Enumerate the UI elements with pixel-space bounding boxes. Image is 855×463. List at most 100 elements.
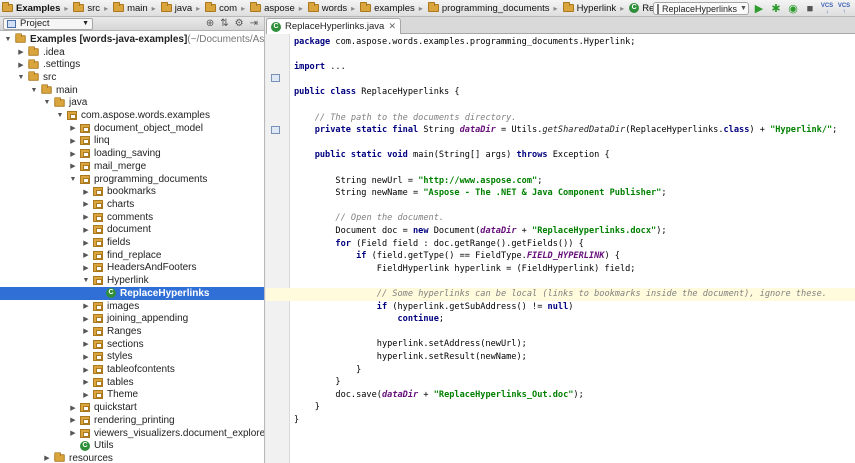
collapsed-arrow-icon[interactable]: ▶: [81, 353, 91, 361]
collapsed-arrow-icon[interactable]: ▶: [81, 366, 91, 374]
code-token: dataDir: [459, 125, 496, 136]
tree-item[interactable]: ▼ Examples [words-java-examples] (~/Docum…: [0, 33, 264, 46]
expanded-arrow-icon[interactable]: ▼: [42, 99, 52, 106]
breadcrumb-item[interactable]: src ▸: [71, 0, 111, 17]
tree-item[interactable]: ▶ document_object_model: [0, 122, 264, 135]
collapsed-arrow-icon[interactable]: ▶: [81, 340, 91, 348]
collapsed-arrow-icon[interactable]: ▶: [81, 302, 91, 310]
tree-item[interactable]: ▶ bookmarks: [0, 185, 264, 198]
package-icon: [93, 263, 103, 273]
tree-item[interactable]: ▶ mail_merge: [0, 160, 264, 173]
breadcrumb-item[interactable]: java ▸: [159, 0, 203, 17]
target-icon[interactable]: ⊕: [206, 18, 214, 29]
collapsed-arrow-icon[interactable]: ▶: [81, 264, 91, 272]
editor-tab-bar: C ReplaceHyperlinks.java ✕: [266, 17, 855, 34]
run-button[interactable]: ▶: [752, 2, 766, 16]
breadcrumb-item[interactable]: Examples ▸: [0, 0, 71, 17]
collapsed-arrow-icon[interactable]: ▶: [81, 251, 91, 259]
expanded-arrow-icon[interactable]: ▼: [3, 36, 13, 43]
tree-item[interactable]: C ReplaceHyperlinks: [0, 287, 264, 300]
tree-item[interactable]: ▶ document: [0, 224, 264, 237]
collapsed-arrow-icon[interactable]: ▶: [81, 315, 91, 323]
project-view-select[interactable]: Project ▼: [3, 17, 93, 30]
hide-panel-icon[interactable]: ⇥: [250, 18, 258, 29]
expanded-arrow-icon[interactable]: ▼: [29, 87, 39, 94]
tab-replacehyperlinks-java[interactable]: C ReplaceHyperlinks.java ✕: [266, 18, 401, 34]
tree-item[interactable]: ▶ tableofcontents: [0, 363, 264, 376]
collapsed-arrow-icon[interactable]: ▶: [81, 378, 91, 386]
tree-item[interactable]: ▶ comments: [0, 211, 264, 224]
tree-item[interactable]: ▶ fields: [0, 236, 264, 249]
collapsed-arrow-icon[interactable]: ▶: [68, 404, 78, 412]
expanded-arrow-icon[interactable]: ▼: [68, 176, 78, 183]
tree-item[interactable]: ▶ images: [0, 300, 264, 313]
collapsed-arrow-icon[interactable]: ▶: [16, 61, 26, 69]
breadcrumb-item[interactable]: aspose ▸: [248, 0, 306, 17]
tree-item[interactable]: ▶ .settings: [0, 58, 264, 71]
tree-item[interactable]: ▶ tables: [0, 376, 264, 389]
tree-item[interactable]: ▼ java: [0, 97, 264, 110]
vcs-commit-button[interactable]: VCS ↑: [837, 3, 851, 15]
tree-item[interactable]: ▶ HeadersAndFooters: [0, 262, 264, 275]
tree-item[interactable]: ▼ main: [0, 84, 264, 97]
collapse-icon[interactable]: ⇅: [220, 18, 228, 29]
close-icon[interactable]: ✕: [388, 21, 396, 32]
fold-marker-icon[interactable]: [271, 126, 280, 134]
breadcrumb-item[interactable]: com ▸: [203, 0, 248, 17]
code-editor[interactable]: package com.aspose.words.examples.progra…: [266, 34, 855, 463]
tree-item[interactable]: ▶ rendering_printing: [0, 414, 264, 427]
collapsed-arrow-icon[interactable]: ▶: [81, 239, 91, 247]
code-token: String: [418, 125, 460, 136]
tree-item[interactable]: ▶ linq: [0, 135, 264, 148]
collapsed-arrow-icon[interactable]: ▶: [68, 124, 78, 132]
tree-item[interactable]: ▶ resources: [0, 452, 264, 463]
collapsed-arrow-icon[interactable]: ▶: [68, 416, 78, 424]
fold-marker-icon[interactable]: [271, 74, 280, 82]
breadcrumb-item[interactable]: examples ▸: [358, 0, 426, 17]
collapsed-arrow-icon[interactable]: ▶: [42, 454, 52, 462]
tree-item[interactable]: ▶ joining_appending: [0, 312, 264, 325]
debug-button[interactable]: ✱: [769, 2, 783, 16]
tree-item[interactable]: ▶ Ranges: [0, 325, 264, 338]
breadcrumb-label: com: [219, 2, 238, 14]
collapsed-arrow-icon[interactable]: ▶: [68, 429, 78, 437]
collapsed-arrow-icon[interactable]: ▶: [81, 200, 91, 208]
tree-item[interactable]: ▼ src: [0, 71, 264, 84]
expanded-arrow-icon[interactable]: ▼: [81, 277, 91, 284]
tree-item[interactable]: ▶ sections: [0, 338, 264, 351]
tree-item[interactable]: ▶ styles: [0, 351, 264, 364]
tree-item[interactable]: ▶ find_replace: [0, 249, 264, 262]
breadcrumb-item[interactable]: Hyperlink ▸: [561, 0, 628, 17]
tree-item[interactable]: ▼ Hyperlink: [0, 274, 264, 287]
collapsed-arrow-icon[interactable]: ▶: [81, 213, 91, 221]
collapsed-arrow-icon[interactable]: ▶: [68, 150, 78, 158]
breadcrumb-item[interactable]: words ▸: [306, 0, 358, 17]
collapsed-arrow-icon[interactable]: ▶: [68, 137, 78, 145]
gear-icon[interactable]: ⚙: [235, 18, 244, 29]
collapsed-arrow-icon[interactable]: ▶: [68, 162, 78, 170]
tree-item[interactable]: ▼ programming_documents: [0, 173, 264, 186]
collapsed-arrow-icon[interactable]: ▶: [81, 226, 91, 234]
tree-item[interactable]: ▶ viewers_visualizers.document_explorer: [0, 427, 264, 440]
tree-item[interactable]: ▼ com.aspose.words.examples: [0, 109, 264, 122]
expanded-arrow-icon[interactable]: ▼: [16, 74, 26, 81]
collapsed-arrow-icon[interactable]: ▶: [81, 391, 91, 399]
tree-item[interactable]: ▶ charts: [0, 198, 264, 211]
expanded-arrow-icon[interactable]: ▼: [55, 112, 65, 119]
stop-icon: ■: [806, 2, 814, 15]
breadcrumb-item[interactable]: main ▸: [111, 0, 159, 17]
breadcrumb-item[interactable]: programming_documents ▸: [426, 0, 561, 17]
stop-button[interactable]: ■: [803, 2, 817, 16]
tree-item[interactable]: ▶ loading_saving: [0, 147, 264, 160]
run-configuration-select[interactable]: ReplaceHyperlinks ▼: [653, 2, 749, 15]
collapsed-arrow-icon[interactable]: ▶: [81, 188, 91, 196]
tree-item[interactable]: C Utils: [0, 439, 264, 452]
code-token: // Some hyperlinks can be local (links t…: [376, 289, 827, 299]
coverage-button[interactable]: ◉: [786, 2, 800, 16]
tree-item[interactable]: ▶ .idea: [0, 46, 264, 59]
tree-item[interactable]: ▶ quickstart: [0, 401, 264, 414]
collapsed-arrow-icon[interactable]: ▶: [16, 48, 26, 56]
tree-item[interactable]: ▶ Theme: [0, 389, 264, 402]
collapsed-arrow-icon[interactable]: ▶: [81, 327, 91, 335]
vcs-update-button[interactable]: VCS ↓: [820, 3, 834, 15]
